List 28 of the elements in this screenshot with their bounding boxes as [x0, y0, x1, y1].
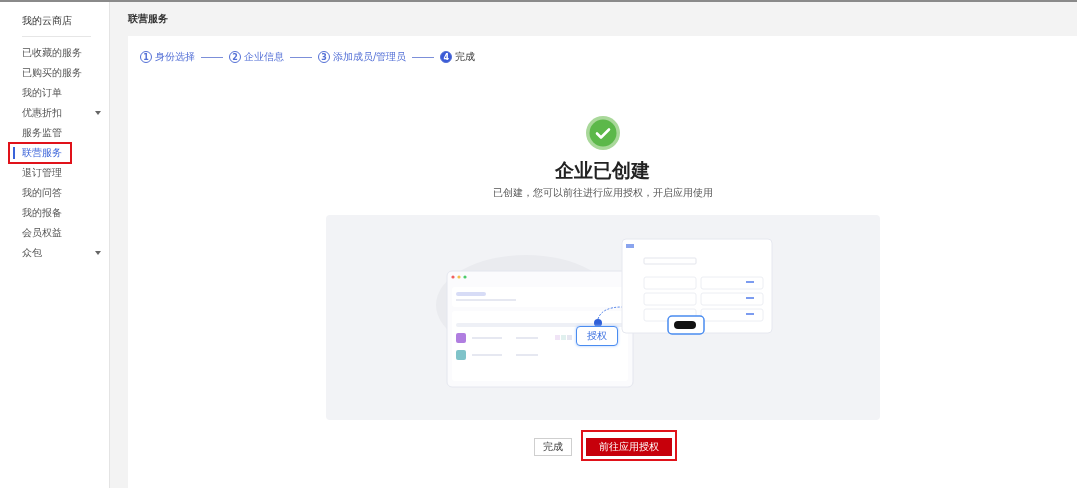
success-check-icon: [585, 116, 620, 150]
step-label: 添加成员/管理员: [333, 50, 407, 64]
sidebar-item[interactable]: 已购买的服务: [0, 63, 109, 83]
step-number: 4: [440, 51, 453, 63]
page-title: 联营服务: [128, 12, 169, 26]
finish-button[interactable]: 完成: [533, 438, 572, 456]
sidebar-item[interactable]: 众包: [0, 243, 109, 263]
sidebar-item[interactable]: 我的问答: [0, 183, 109, 203]
sidebar-item[interactable]: 已收藏的服务: [0, 43, 109, 63]
sidebar-item[interactable]: 联营服务: [0, 143, 109, 163]
result-title: 企业已创建: [555, 158, 650, 183]
step-label: 完成: [455, 50, 476, 64]
sidebar-item[interactable]: 服务监管: [0, 123, 109, 143]
sidebar-item[interactable]: 我的报备: [0, 203, 109, 223]
step-label: 身份选择: [155, 50, 195, 64]
sidebar-item[interactable]: 退订管理: [0, 163, 109, 183]
highlight-frame: [8, 142, 72, 164]
step-number: 2: [229, 51, 241, 63]
sidebar-item[interactable]: 我的订单: [0, 83, 109, 103]
authorize-button[interactable]: 前往应用授权: [585, 438, 672, 456]
step-number: 1: [140, 51, 152, 63]
sidebar-item[interactable]: 会员权益: [0, 223, 109, 243]
sidebar-title: 我的云商店: [21, 14, 73, 28]
authorize-label: 授权: [575, 326, 618, 346]
sidebar-item[interactable]: 优惠折扣: [0, 103, 109, 123]
step-number: 3: [318, 51, 330, 63]
step-label: 企业信息: [244, 50, 284, 64]
result-message: 已创建，您可以前往进行应用授权，开启应用使用: [492, 186, 713, 200]
